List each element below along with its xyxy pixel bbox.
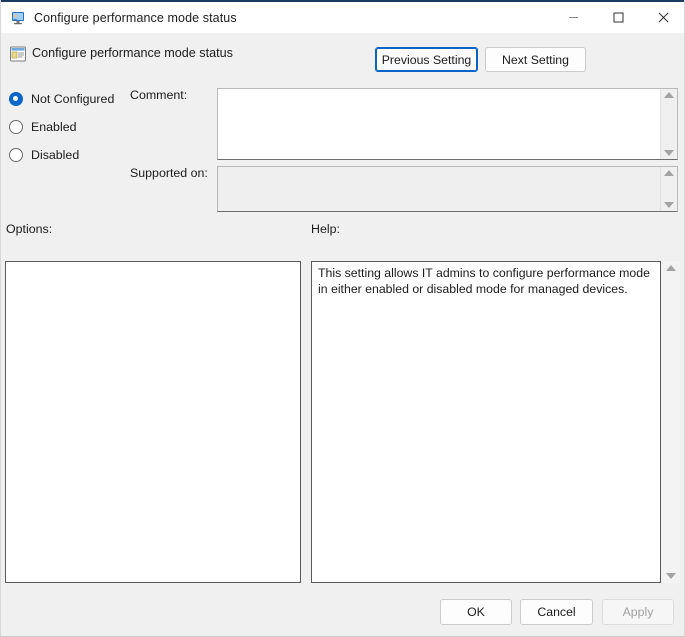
comment-scrollbar[interactable]: [660, 89, 677, 159]
scroll-up-icon[interactable]: [666, 265, 676, 271]
scroll-up-icon[interactable]: [664, 170, 674, 176]
help-scrollbar[interactable]: [662, 261, 680, 583]
comment-input[interactable]: [218, 89, 660, 159]
radio-label-not-configured: Not Configured: [31, 92, 115, 106]
close-icon[interactable]: [641, 1, 684, 34]
supported-on-value: [218, 167, 660, 211]
setting-title: Configure performance mode status: [32, 46, 233, 60]
maximize-icon[interactable]: [596, 1, 641, 34]
help-label: Help:: [311, 222, 340, 236]
options-panel[interactable]: [5, 261, 301, 583]
previous-setting-button[interactable]: Previous Setting: [375, 47, 478, 72]
radio-indicator-not-configured: [9, 92, 23, 106]
supported-on-label: Supported on:: [130, 166, 208, 180]
group-policy-setting-icon: [9, 45, 27, 63]
supported-on-scrollbar[interactable]: [660, 167, 677, 211]
radio-enabled[interactable]: Enabled: [9, 118, 76, 136]
window-title: Configure performance mode status: [34, 10, 237, 25]
radio-indicator-enabled: [9, 120, 23, 134]
cancel-button[interactable]: Cancel: [520, 599, 593, 625]
computer-user-monitor-icon: [10, 10, 26, 26]
minimize-icon[interactable]: [551, 1, 596, 34]
scroll-down-icon[interactable]: [664, 150, 674, 156]
scroll-up-icon[interactable]: [664, 92, 674, 98]
next-setting-button[interactable]: Next Setting: [485, 47, 586, 72]
window-controls: [551, 1, 684, 34]
radio-indicator-disabled: [9, 148, 23, 162]
radio-label-enabled: Enabled: [31, 120, 77, 134]
ok-button[interactable]: OK: [440, 599, 512, 625]
radio-disabled[interactable]: Disabled: [9, 146, 79, 164]
comment-textbox[interactable]: [217, 88, 678, 160]
radio-label-disabled: Disabled: [31, 148, 80, 162]
scroll-down-icon[interactable]: [664, 202, 674, 208]
options-label: Options:: [6, 222, 53, 236]
title-bar: Configure performance mode status: [1, 0, 684, 34]
help-panel: This setting allows IT admins to configu…: [311, 261, 661, 583]
apply-button: Apply: [602, 599, 674, 625]
supported-on-textbox: [217, 166, 678, 212]
scroll-down-icon[interactable]: [666, 573, 676, 579]
policy-setting-dialog: Configure performance mode status Config…: [0, 0, 685, 637]
comment-label: Comment:: [130, 88, 188, 102]
radio-not-configured[interactable]: Not Configured: [9, 90, 114, 108]
